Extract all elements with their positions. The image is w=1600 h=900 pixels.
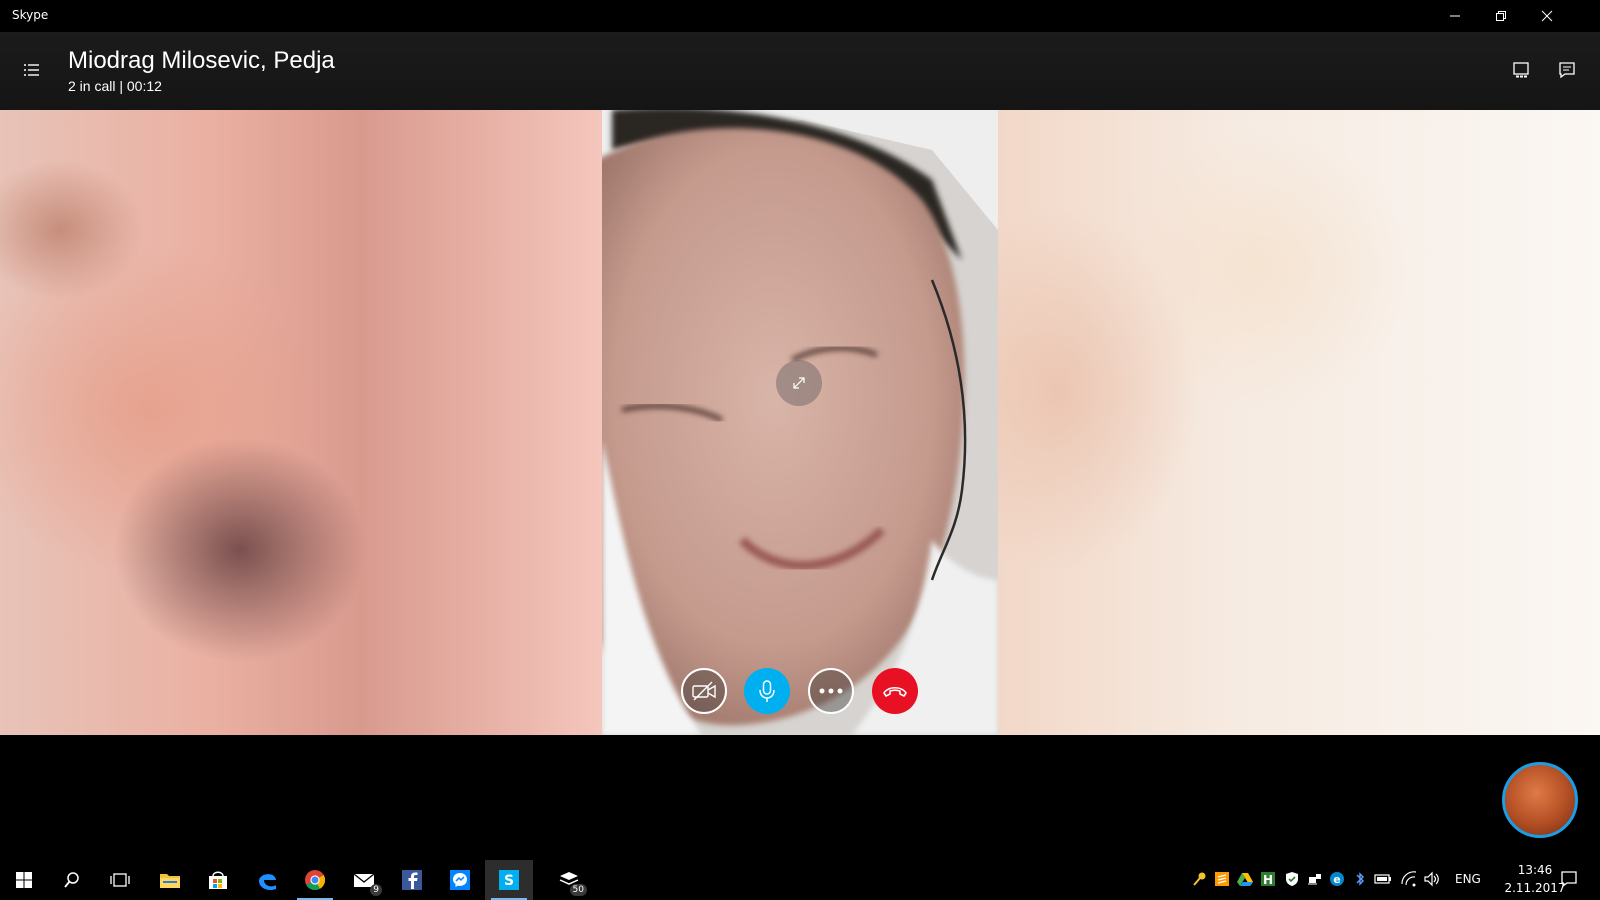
battery-icon[interactable] xyxy=(1374,870,1392,888)
svg-text:e: e xyxy=(1333,873,1340,886)
windows-icon[interactable] xyxy=(0,860,48,900)
h-app-icon[interactable]: H xyxy=(1259,870,1277,888)
participant-video-right xyxy=(998,110,1600,735)
store-icon[interactable] xyxy=(194,860,242,900)
windows-taskbar: 9 S 50 H e ENG 13:46 2.11.2017 xyxy=(0,860,1600,900)
app-title: Skype xyxy=(12,8,49,22)
hang-up-icon[interactable] xyxy=(872,668,918,714)
action-center-icon[interactable] xyxy=(1560,870,1578,888)
call-status: 2 in call | 00:12 xyxy=(68,78,162,94)
window-titlebar: Skype xyxy=(0,0,1600,32)
wifi-icon[interactable] xyxy=(1400,870,1418,888)
chat-icon[interactable] xyxy=(1553,56,1581,84)
mail-badge: 9 xyxy=(370,884,382,896)
call-title: Miodrag Milosevic, Pedja xyxy=(68,47,335,74)
video-off-icon[interactable] xyxy=(681,668,727,714)
drive-icon[interactable] xyxy=(1236,870,1254,888)
mail-icon[interactable]: 9 xyxy=(340,860,388,900)
restore-icon[interactable] xyxy=(1478,0,1524,32)
stack-badge: 50 xyxy=(569,884,587,896)
stack-icon[interactable]: 50 xyxy=(545,860,593,900)
call-header: Miodrag Milosevic, Pedja 2 in call | 00:… xyxy=(0,32,1600,110)
messenger-icon[interactable] xyxy=(436,860,484,900)
key-icon[interactable] xyxy=(1190,870,1208,888)
svg-text:S: S xyxy=(504,873,514,889)
shield-icon[interactable] xyxy=(1283,870,1301,888)
menu-list-icon[interactable] xyxy=(20,58,44,82)
self-view-avatar[interactable] xyxy=(1502,762,1578,838)
facebook-icon[interactable] xyxy=(388,860,436,900)
participant-video-left xyxy=(0,110,602,735)
volume-icon[interactable] xyxy=(1423,870,1441,888)
network-devices-icon[interactable] xyxy=(1306,870,1324,888)
microphone-icon[interactable] xyxy=(744,668,790,714)
chrome-icon[interactable] xyxy=(291,860,339,900)
search-icon[interactable] xyxy=(48,860,96,900)
folder-icon[interactable] xyxy=(146,860,194,900)
edge-icon[interactable] xyxy=(243,860,291,900)
task-view-icon[interactable] xyxy=(96,860,144,900)
participant-video-main[interactable] xyxy=(602,110,998,735)
layout-icon[interactable] xyxy=(1507,56,1535,84)
language-indicator[interactable]: ENG xyxy=(1455,872,1481,886)
skype-icon[interactable]: S xyxy=(485,860,533,900)
sublime-icon[interactable] xyxy=(1213,870,1231,888)
bluetooth-icon[interactable] xyxy=(1351,870,1369,888)
minimize-icon[interactable] xyxy=(1432,0,1478,32)
e-app-icon[interactable]: e xyxy=(1328,870,1346,888)
more-icon[interactable] xyxy=(808,668,854,714)
expand-icon[interactable] xyxy=(776,360,822,406)
svg-text:H: H xyxy=(1263,873,1273,887)
close-icon[interactable] xyxy=(1524,0,1570,32)
video-stage xyxy=(0,110,1600,735)
